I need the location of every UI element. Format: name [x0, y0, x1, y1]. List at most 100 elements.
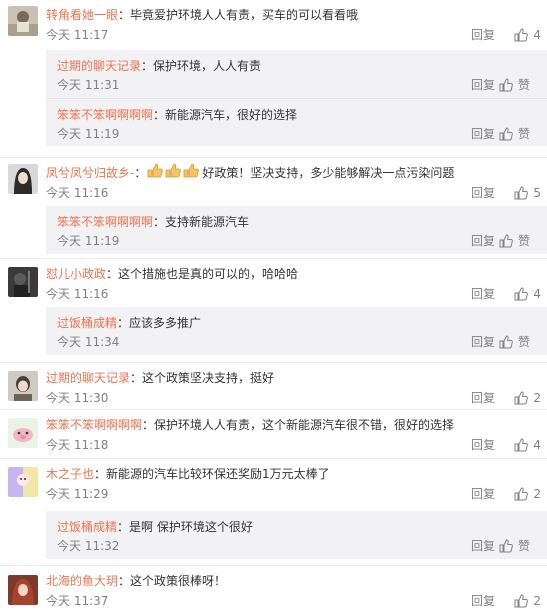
reply-line: 笨笨不笨啊啊啊啊：支持新能源汽车	[57, 213, 249, 231]
like-button[interactable]: 赞	[499, 333, 530, 351]
like-button[interactable]: 4	[514, 285, 541, 303]
reply-line: 笨笨不笨啊啊啊啊：新能源汽车，很好的选择	[57, 106, 297, 124]
reply-button[interactable]: 回复	[471, 26, 495, 44]
reply-item: 笨笨不笨啊啊啊啊：新能源汽车，很好的选择 今天 11:19 回复 赞	[46, 98, 547, 146]
username-link[interactable]: 怼儿小政政	[46, 267, 106, 281]
reply-button[interactable]: 回复	[471, 232, 495, 250]
reply-item: 笨笨不笨啊啊啊啊：支持新能源汽车 今天 11:19 回复 赞	[46, 206, 547, 254]
avatar[interactable]	[8, 418, 38, 448]
comment-text: 这个政策坚决支持，挺好	[142, 371, 275, 385]
thumbs-up-icon	[499, 234, 513, 248]
comment-text: 好政策！坚决支持，多少能够解决一点污染问题	[202, 166, 455, 180]
colon: ：	[117, 520, 130, 534]
thumbs-up-icon	[499, 539, 513, 553]
like-button[interactable]: 赞	[499, 125, 530, 143]
avatar[interactable]	[8, 467, 38, 497]
like-button[interactable]: 赞	[499, 537, 530, 555]
colon: ：	[153, 215, 166, 229]
reply-time: 今天 11:32	[57, 539, 120, 553]
thumbs-up-icon	[514, 186, 529, 200]
comment-item: 北海的鱼大玥：这个政策很棒呀！ 今天 11:37 回复 2	[0, 566, 547, 616]
like-count: 2	[533, 594, 541, 608]
reply-button[interactable]: 回复	[471, 285, 495, 303]
username-link[interactable]: 笨笨不笨啊啊啊啊	[57, 215, 153, 229]
comment-time: 今天 11:18	[46, 438, 109, 452]
thumbs-up-icon	[514, 287, 529, 301]
avatar[interactable]	[8, 575, 38, 605]
colon: ：	[94, 467, 107, 481]
comment-line: 转角看她一眼：毕竟爱护环境人人有责，买车的可以看看哦	[46, 6, 358, 24]
reply-button[interactable]: 回复	[471, 485, 495, 503]
thumbs-up-icon	[499, 78, 513, 92]
like-count: 4	[533, 438, 541, 452]
colon: ：	[118, 8, 131, 22]
comment-line: 过期的聊天记录：这个政策坚决支持，挺好	[46, 369, 274, 387]
username-link[interactable]: 过期的聊天记录	[46, 371, 130, 385]
reply-button[interactable]: 回复	[471, 125, 495, 143]
colon: ：	[106, 267, 119, 281]
reply-line: 过饭桶成精：是啊 保护环境这个很好	[57, 518, 253, 536]
like-button[interactable]: 2	[514, 592, 541, 610]
comment-item: 怼儿小政政：这个措施也是真的可以的，哈哈哈 今天 11:16 回复 4 过饭桶成…	[0, 259, 547, 363]
username-link[interactable]: 笨笨不笨啊啊啊啊	[57, 108, 153, 122]
colon: ：	[118, 574, 131, 588]
thumbs-up-icon	[499, 335, 513, 349]
colon: ：	[134, 166, 147, 180]
reply-item: 过期的聊天记录：保护环境，人人有责 今天 11:31 回复 赞	[46, 50, 547, 98]
reply-line: 过期的聊天记录：保护环境，人人有责	[57, 57, 261, 75]
avatar[interactable]	[8, 267, 38, 297]
comment-line: 凤兮凤兮归故乡-： 好政策！坚决支持，多少能够解决一点污染问题	[46, 162, 455, 183]
comment-time: 今天 11:17	[46, 28, 109, 42]
reply-button[interactable]: 回复	[471, 592, 495, 610]
like-button[interactable]: 4	[514, 436, 541, 454]
reply-button[interactable]: 回复	[471, 389, 495, 407]
comment-item: 过期的聊天记录：这个政策坚决支持，挺好 今天 11:30 回复 2	[0, 363, 547, 410]
reply-button[interactable]: 回复	[471, 76, 495, 94]
reply-button[interactable]: 回复	[471, 184, 495, 202]
reply-button[interactable]: 回复	[471, 333, 495, 351]
reply-button[interactable]: 回复	[471, 537, 495, 555]
comment-text: 这个措施也是真的可以的，哈哈哈	[118, 267, 299, 281]
username-link[interactable]: 过期的聊天记录	[57, 59, 141, 73]
like-label: 赞	[517, 539, 530, 553]
reply-item: 过饭桶成精：应该多多推广 今天 11:34 回复 赞	[46, 307, 547, 355]
thumbs-up-icon	[514, 438, 529, 452]
avatar[interactable]	[8, 6, 38, 36]
like-label: 赞	[517, 234, 530, 248]
avatar[interactable]	[8, 371, 38, 401]
like-button[interactable]: 4	[514, 26, 541, 44]
like-count: 2	[533, 487, 541, 501]
like-count: 4	[533, 28, 541, 42]
reply-time: 今天 11:31	[57, 78, 120, 92]
avatar[interactable]	[8, 164, 38, 194]
comment-time: 今天 11:30	[46, 391, 109, 405]
reply-text: 新能源汽车，很好的选择	[165, 108, 298, 122]
thumbs-up-emoji-icon	[146, 162, 202, 183]
like-button[interactable]: 赞	[499, 76, 530, 94]
reply-text: 保护环境，人人有责	[153, 59, 262, 73]
thumbs-up-icon	[514, 594, 529, 608]
username-link[interactable]: 凤兮凤兮归故乡-	[46, 166, 134, 180]
comment-text: 新能源的汽车比较环保还奖励1万元太棒了	[106, 467, 330, 481]
comment-item: 木之子也：新能源的汽车比较环保还奖励1万元太棒了 今天 11:29 回复 2 过…	[0, 459, 547, 566]
like-label: 赞	[517, 127, 530, 141]
comment-item: 凤兮凤兮归故乡-： 好政策！坚决支持，多少能够解决一点污染问题 今天 11:16 …	[0, 158, 547, 259]
comment-line: 北海的鱼大玥：这个政策很棒呀！	[46, 572, 226, 590]
like-button[interactable]: 2	[514, 389, 541, 407]
reply-text: 是啊 保护环境这个很好	[129, 520, 253, 534]
username-link[interactable]: 木之子也	[46, 467, 94, 481]
username-link[interactable]: 北海的鱼大玥	[46, 574, 118, 588]
reply-button[interactable]: 回复	[471, 436, 495, 454]
like-button[interactable]: 5	[514, 184, 541, 202]
reply-time: 今天 11:34	[57, 335, 120, 349]
username-link[interactable]: 过饭桶成精	[57, 520, 117, 534]
username-link[interactable]: 笨笨不笨啊啊啊啊	[46, 418, 142, 432]
like-button[interactable]: 赞	[499, 232, 530, 250]
username-link[interactable]: 转角看她一眼	[46, 8, 118, 22]
like-button[interactable]: 2	[514, 485, 541, 503]
thumbs-up-icon	[514, 391, 529, 405]
username-link[interactable]: 过饭桶成精	[57, 316, 117, 330]
colon: ：	[130, 371, 143, 385]
like-count: 4	[533, 287, 541, 301]
colon: ：	[153, 108, 166, 122]
